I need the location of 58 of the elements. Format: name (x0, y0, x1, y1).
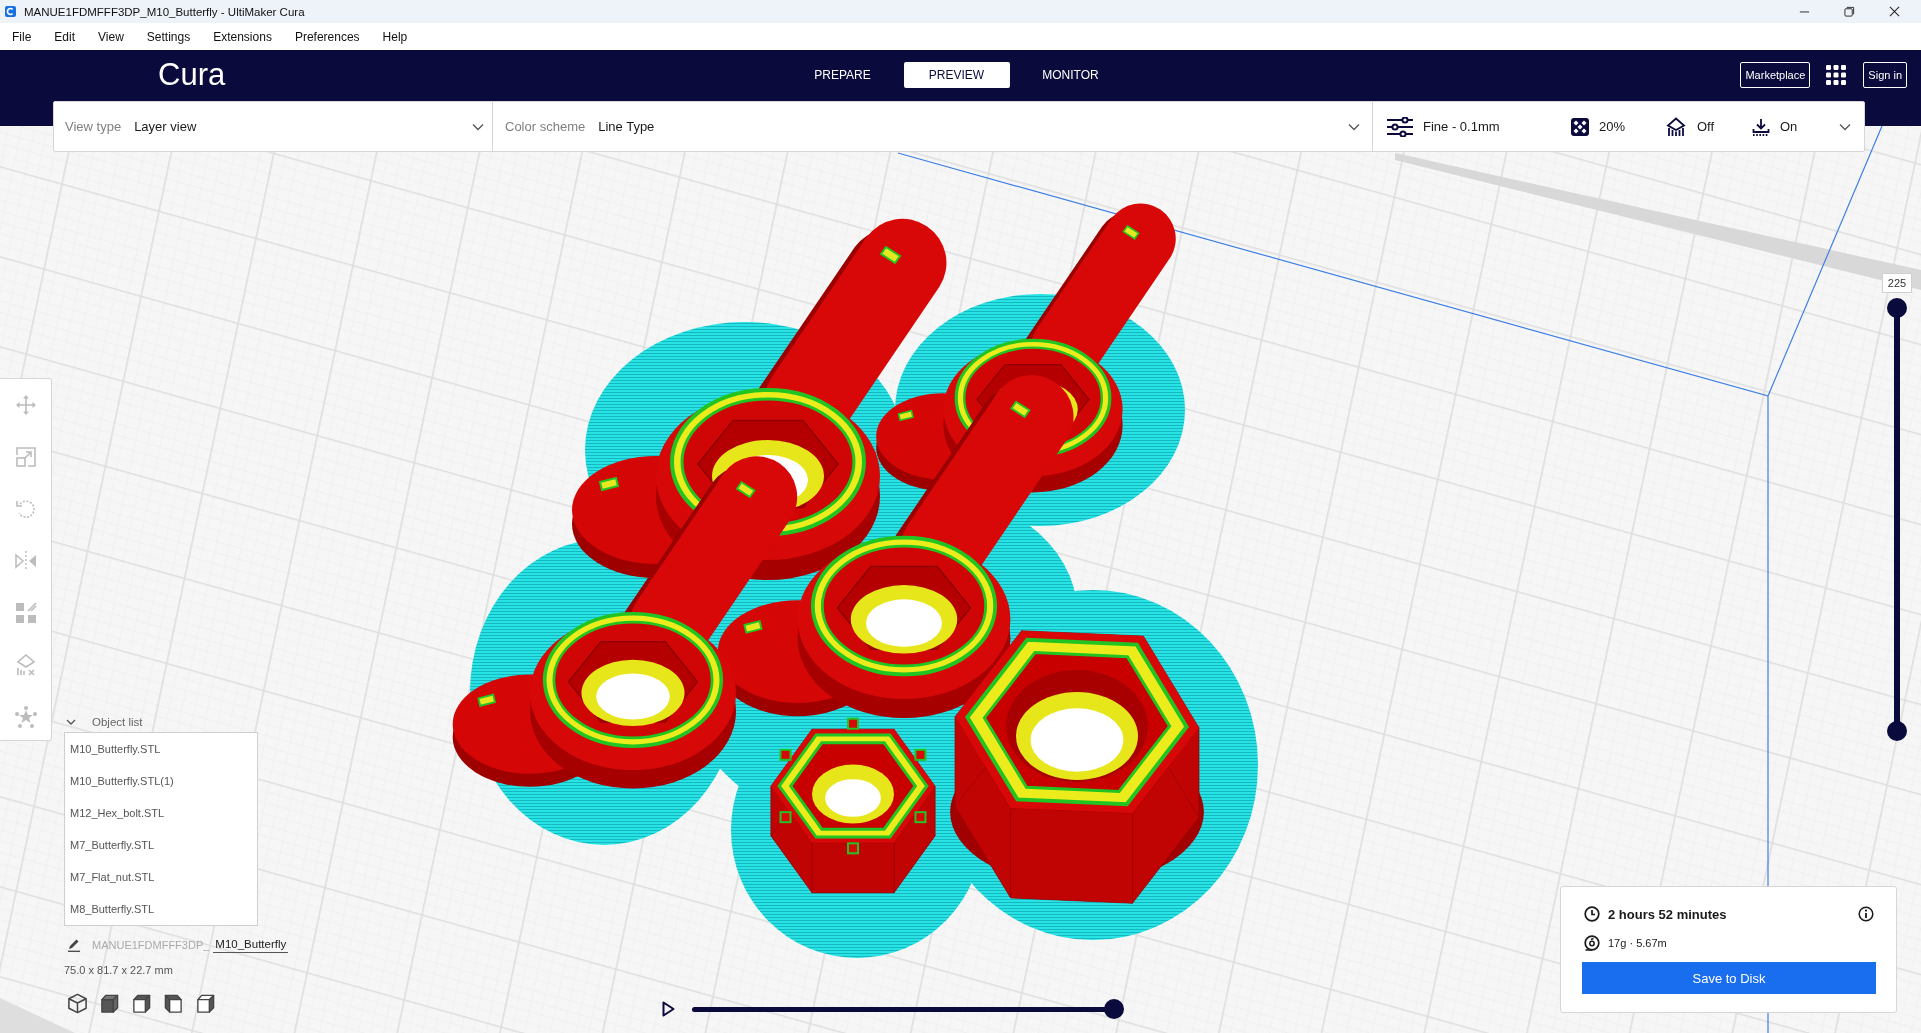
view-type-dropdown[interactable]: Layer view (134, 110, 484, 143)
spool-icon (1584, 935, 1600, 951)
cube-right-shaded-icon[interactable] (195, 993, 216, 1014)
caret-icon (472, 122, 484, 131)
isometric-cube-icon[interactable] (67, 993, 88, 1014)
color-scheme-label: Color scheme (505, 119, 586, 134)
cube-left-shaded-icon[interactable] (163, 993, 184, 1014)
infill-pattern-icon (1571, 117, 1589, 136)
layer-slider-track[interactable] (1887, 298, 1907, 741)
marketplace-button[interactable]: Marketplace (1740, 62, 1811, 88)
menu-item[interactable]: File (12, 29, 32, 44)
adhesion-value: On (1780, 119, 1798, 134)
object-list-item[interactable]: M10_Butterfly.STL (65, 733, 257, 765)
solid-cube-icon[interactable] (99, 993, 120, 1014)
app-logo-text: Cura (158, 62, 226, 88)
print-time: 2 hours 52 minutes (1608, 906, 1727, 922)
info-icon[interactable] (1858, 906, 1874, 922)
sliders-icon (1387, 116, 1413, 137)
caret-icon (1348, 122, 1360, 131)
layer-number: 225 (1882, 273, 1912, 293)
close-icon[interactable] (1889, 6, 1900, 17)
color-scheme-dropdown[interactable]: Line Type (598, 110, 1360, 143)
menu-item[interactable]: Preferences (294, 29, 360, 44)
save-to-disk-button[interactable]: Save to Disk (1582, 962, 1876, 994)
object-list-item[interactable]: M12_Hex_bolt.STL (65, 797, 257, 829)
job-name-prefix: MANUE1FDMFFF3DP_ (92, 939, 210, 951)
support-icon (1665, 116, 1687, 137)
menu-item[interactable]: Help (382, 29, 408, 44)
caret-icon[interactable] (1839, 122, 1851, 131)
adhesion-icon (1752, 117, 1770, 136)
stage-tab[interactable]: MONITOR (1017, 62, 1124, 88)
play-icon[interactable] (662, 1001, 675, 1017)
app-logo-icon (5, 6, 16, 17)
material-usage: 17g · 5.67m (1608, 937, 1667, 949)
job-name-field[interactable]: M10_Butterfly (213, 937, 289, 953)
object-list-item[interactable]: M8_Butterfly.STL (65, 893, 257, 925)
model-dimensions: 75.0 x 81.7 x 22.7 mm (64, 963, 173, 977)
infill-value: 20% (1599, 119, 1626, 134)
pencil-icon[interactable] (67, 938, 81, 952)
object-list-toggle[interactable]: Object list (64, 714, 143, 730)
restore-icon[interactable] (1844, 6, 1855, 17)
menu-item[interactable]: Extensions (213, 29, 272, 44)
stage-tab[interactable]: PREPARE (789, 62, 896, 88)
object-list-item[interactable]: M7_Butterfly.STL (65, 829, 257, 861)
cube-front-outline-icon[interactable] (131, 993, 152, 1014)
object-list-item[interactable]: M7_Flat_nut.STL (65, 861, 257, 893)
menu-item[interactable]: View (98, 29, 124, 44)
profile-name: Fine - 0.1mm (1423, 119, 1500, 134)
window-title: MANUE1FDMFFF3DP_M10_Butterfly - UltiMaker Cura (24, 5, 306, 18)
menu-item[interactable]: Settings (146, 29, 191, 44)
apps-grid-icon[interactable] (1826, 65, 1847, 85)
stage-tab[interactable]: PREVIEW (903, 62, 1010, 88)
clock-icon (1584, 906, 1600, 922)
view-type-label: View type (65, 119, 122, 134)
object-list-item[interactable]: M10_Butterfly.STL(1) (65, 765, 257, 797)
support-value: Off (1697, 119, 1715, 134)
menu-item[interactable]: Edit (54, 29, 76, 44)
sign-in-button[interactable]: Sign in (1863, 62, 1907, 88)
